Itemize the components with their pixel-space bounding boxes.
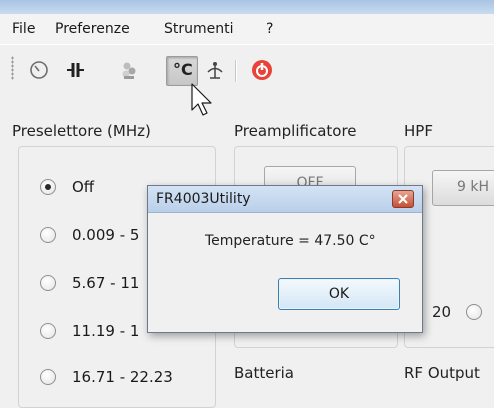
capacitor-button[interactable] xyxy=(60,56,90,84)
radio-button[interactable] xyxy=(40,179,56,195)
power-icon xyxy=(252,60,272,80)
antenna-button[interactable] xyxy=(200,56,230,84)
capacitor-icon xyxy=(67,63,84,77)
temperature-icon: °C xyxy=(173,60,193,79)
dialog-body: Temperature = 47.50 C° OK xyxy=(149,213,421,331)
dialog-close-button[interactable] xyxy=(392,190,414,208)
clock-button[interactable] xyxy=(24,56,54,84)
radio-button[interactable] xyxy=(40,227,56,243)
close-icon xyxy=(398,194,408,204)
power-button[interactable] xyxy=(247,56,277,84)
clock-icon xyxy=(30,61,48,79)
dialog-title-bar[interactable]: FR4003Utility xyxy=(148,186,422,213)
preselector-label: Preselettore (MHz) xyxy=(12,122,151,140)
antenna-icon xyxy=(207,62,223,79)
mouse-pointer-icon xyxy=(191,83,212,116)
dialog-message: Temperature = 47.50 C° xyxy=(205,233,376,249)
radio-button[interactable] xyxy=(40,323,56,339)
preamplifier-label: Preamplificatore xyxy=(234,122,357,140)
fan-icon xyxy=(122,62,136,79)
window-top-band xyxy=(0,0,494,14)
battery-label: Batteria xyxy=(234,364,294,382)
ok-button[interactable]: OK xyxy=(278,278,400,310)
fan-button[interactable] xyxy=(114,56,144,84)
hpf-button[interactable]: 9 kH xyxy=(432,170,494,206)
menu-file[interactable]: File xyxy=(12,21,35,37)
dialog-title: FR4003Utility xyxy=(156,191,251,207)
menu-help[interactable]: ? xyxy=(266,21,273,37)
temperature-dialog: FR4003Utility Temperature = 47.50 C° OK xyxy=(147,185,423,333)
toolbar-grip[interactable] xyxy=(11,56,14,80)
rf-output-label: RF Output xyxy=(404,364,480,382)
hpf-label: HPF xyxy=(404,122,433,140)
radio-button[interactable] xyxy=(40,275,56,291)
menu-tools[interactable]: Strumenti xyxy=(164,21,234,37)
mid-value-label: 20 xyxy=(432,303,452,321)
menu-preferences[interactable]: Preferenze xyxy=(55,21,130,37)
toolbar-separator xyxy=(235,60,237,82)
radio-button-right[interactable] xyxy=(466,304,482,320)
